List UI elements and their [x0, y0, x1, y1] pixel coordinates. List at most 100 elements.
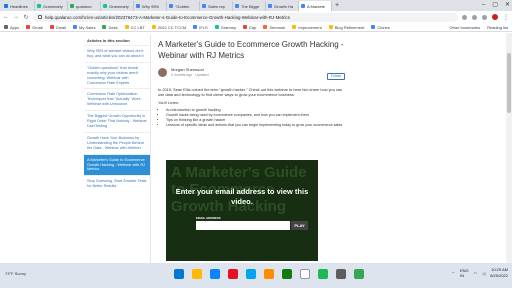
bookmark-item[interactable]: Cap [243, 25, 256, 30]
bookmark-label: Improvement [298, 24, 322, 30]
bookmark-icon [73, 25, 78, 29]
favicon-icon [169, 4, 173, 8]
page-content: Articles in this section Why 95% of webs… [0, 33, 512, 263]
article-title: A Marketer's Guide to Ecommerce Growth H… [158, 40, 344, 60]
maximize-button[interactable]: ▢ [492, 0, 498, 10]
bookmark-item[interactable]: Blog Refinement [328, 25, 364, 30]
sidebar-article-link[interactable]: A Marketer's Guide to Ecommerce Growth H… [84, 153, 150, 176]
sidebar-article-link[interactable]: Why 95% of website visitors don't buy, a… [84, 45, 150, 62]
taskbar-app-icon[interactable] [354, 269, 364, 279]
favicon-icon [136, 4, 140, 8]
browser-tab[interactable]: The Bigge [233, 1, 266, 11]
speaker-icon[interactable]: ◁ [482, 271, 485, 276]
bookmark-item[interactable]: Clones [371, 25, 390, 30]
bookmark-label: Cap [249, 24, 257, 30]
bookmarks-bar: Apps Gmail Gmail My Sales Desk CC LBT 2022 CC … [0, 23, 512, 32]
tab-label: Grammarly [43, 3, 63, 9]
reload-icon[interactable]: ↻ [23, 14, 29, 21]
author-avatar [158, 67, 167, 77]
tab-label: qualaroo [76, 3, 92, 9]
page-scrollbar[interactable] [506, 33, 512, 263]
bookmark-icon [124, 25, 129, 29]
clock[interactable]: 10:29 AM 8/25/2022 [490, 267, 508, 279]
bookmark-folder[interactable]: Reading list [487, 25, 508, 30]
taskbar-app-icon[interactable] [246, 269, 256, 279]
language-indicator[interactable]: ENG IN [460, 268, 469, 278]
bookmark-item[interactable]: My Sales [73, 25, 95, 30]
email-input[interactable] [196, 221, 290, 230]
sidebar-article-link[interactable]: Stop Guessing, Start Smarter Tests for B… [84, 175, 150, 192]
bookmark-item[interactable]: IFLS [193, 24, 208, 30]
tab-label: Grammarly [109, 3, 129, 9]
bookmark-icon [151, 25, 156, 29]
taskbar-app-icon[interactable] [336, 269, 346, 279]
extension-icon[interactable] [472, 14, 477, 20]
bookmark-item[interactable]: Grammy [214, 25, 236, 30]
tab-label: Why 95% [142, 3, 160, 9]
lock-icon [38, 15, 42, 19]
tab-label: The Bigge [241, 3, 260, 9]
bookmark-item[interactable]: Improvement [292, 24, 322, 30]
sidebar-article-link[interactable]: The Biggest Growth Opportunity in Right … [84, 110, 150, 132]
sidebar-article-link[interactable]: "Golden questions" that reveal exactly w… [84, 61, 150, 89]
browser-tab[interactable]: A Markete [299, 1, 332, 11]
bookmark-item[interactable]: Desk [102, 25, 118, 30]
browser-tab[interactable]: Headlines [2, 1, 35, 11]
browser-tab[interactable]: Grammarly [101, 1, 134, 11]
favicon-icon [202, 4, 206, 8]
new-tab-button[interactable]: + [335, 1, 339, 11]
browser-tab[interactable]: Why 95% [134, 1, 167, 11]
chevron-up-icon[interactable]: ⌃ [452, 271, 455, 276]
browser-tab[interactable]: Sales rep [200, 1, 233, 11]
browser-tab[interactable]: Growth Ha [266, 1, 299, 11]
taskbar-app-icon[interactable] [174, 269, 184, 279]
scroll-thumb[interactable] [507, 53, 511, 113]
menu-dots-icon[interactable]: ⋮ [503, 14, 509, 21]
bookmark-item[interactable]: Gmail [26, 25, 43, 30]
bookmark-label: 2022 CC TCCM [157, 24, 187, 30]
taskbar-app-icon[interactable] [192, 269, 202, 279]
close-window-button[interactable]: ✕ [505, 0, 510, 10]
taskbar-app-icon[interactable] [264, 269, 274, 279]
bookmark-icon [371, 25, 376, 29]
wifi-icon[interactable]: ◠ [474, 271, 478, 276]
taskbar-app-icon[interactable] [318, 269, 328, 279]
taskbar-app-icon[interactable] [300, 269, 310, 279]
bookmark-item[interactable]: CC LBT [124, 25, 145, 30]
browser-tab[interactable]: "Golden [167, 1, 200, 11]
forward-icon[interactable]: → [13, 14, 19, 20]
taskbar: 73°F Sunny ⌃ ENG IN ◠ ◁ 10:29 AM 8/25/20… [0, 263, 512, 288]
browser-tab[interactable]: Grammarly [35, 1, 68, 11]
email-gate-headline: Enter your email address to view this vi… [175, 187, 309, 206]
play-button[interactable]: PLAY [291, 221, 308, 230]
extension-icon[interactable] [462, 14, 467, 20]
address-bar[interactable]: help.qualaroo.com/hc/en-us/articles/2023… [33, 12, 458, 22]
puzzle-icon[interactable] [482, 14, 487, 20]
follow-button[interactable]: Follow [327, 73, 345, 80]
bookmark-label: IFLS [199, 24, 208, 30]
bookmark-item[interactable]: Apps [4, 25, 19, 30]
weather-widget[interactable]: 73°F Sunny [5, 271, 26, 276]
bookmark-folder[interactable]: Other bookmarks [449, 25, 480, 30]
bookmark-icon [263, 25, 268, 29]
bookmark-icon [4, 25, 8, 29]
taskbar-app-icon[interactable] [210, 269, 220, 279]
bookmark-label: Apps [10, 24, 20, 30]
bookmark-item[interactable]: Gmail [49, 24, 67, 30]
back-icon[interactable]: ← [3, 14, 9, 20]
taskbar-app-icon[interactable] [282, 269, 292, 279]
bookmark-item[interactable]: 2022 CC TCCM [151, 24, 187, 30]
author-name: Morgan Sherwood [171, 67, 204, 72]
bookmark-item[interactable]: Semrush [263, 25, 285, 30]
sidebar-article-link[interactable]: Growth Hack Your Business by Understandi… [84, 131, 150, 154]
favicon-icon [37, 4, 41, 8]
learn-list: An introduction to growth hackingGrowth … [158, 108, 350, 128]
minimize-button[interactable]: – [482, 0, 485, 10]
sidebar-article-link[interactable]: Conversion Rate Optimization Techniques … [84, 88, 150, 110]
bookmark-label: Semrush [269, 24, 286, 30]
profile-avatar[interactable] [492, 14, 498, 20]
favicon-icon [301, 4, 305, 8]
taskbar-app-icon[interactable] [228, 269, 238, 279]
bookmark-label: Gmail [55, 24, 67, 30]
browser-tab[interactable]: qualaroo [68, 1, 101, 11]
